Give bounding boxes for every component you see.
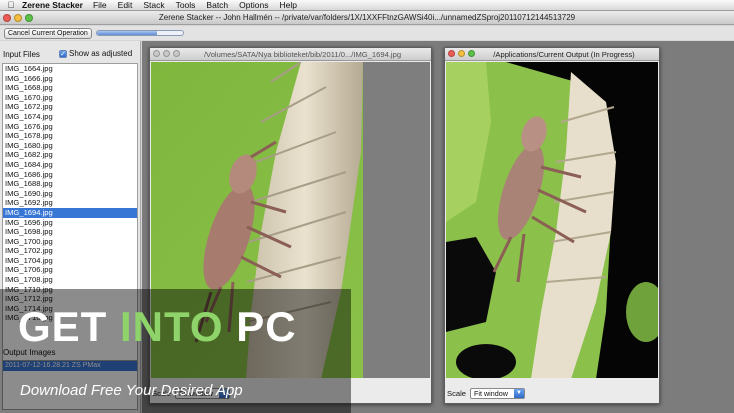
- file-list-item[interactable]: IMG_1692.jpg: [3, 198, 137, 208]
- progress-bar: [95, 30, 184, 36]
- file-list-item[interactable]: IMG_1698.jpg: [3, 227, 137, 237]
- close-icon[interactable]: [448, 50, 455, 57]
- minimize-icon[interactable]: [458, 50, 465, 57]
- watermark-logo: GET INTO PC: [18, 303, 297, 350]
- menu-help[interactable]: Help: [279, 0, 296, 10]
- checkmark-icon[interactable]: ✓: [59, 49, 67, 58]
- output-scale-bar: Scale Fit window ▼: [447, 388, 525, 399]
- show-adjusted-checkbox[interactable]: ✓ Show as adjusted: [59, 49, 132, 58]
- toolbar: Cancel Current Operation: [0, 26, 734, 40]
- output-image-canvas[interactable]: [446, 62, 658, 378]
- cancel-operation-button[interactable]: Cancel Current Operation: [4, 27, 92, 39]
- file-list-item[interactable]: IMG_1664.jpg: [3, 64, 137, 74]
- source-window-titlebar: /Volumes/SATA/Nya biblioteket/bib/2011/0…: [150, 48, 431, 61]
- scale-label: Scale: [447, 389, 466, 398]
- window-title: Zerene Stacker -- John Hallmén -- /priva…: [158, 13, 576, 22]
- file-list-item[interactable]: IMG_1678.jpg: [3, 131, 137, 141]
- menu-tools[interactable]: Tools: [176, 0, 196, 10]
- scale-select[interactable]: Fit window ▼: [470, 388, 525, 399]
- output-image-window: /Applications/Current Output (In Progres…: [444, 47, 660, 404]
- output-photo: [446, 62, 658, 378]
- file-list-item[interactable]: IMG_1684.jpg: [3, 160, 137, 170]
- menu-options[interactable]: Options: [239, 0, 268, 10]
- app-menu[interactable]: Zerene Stacker: [22, 0, 83, 10]
- menu-bar:  Zerene Stacker File Edit Stack Tools B…: [0, 0, 734, 11]
- close-icon[interactable]: [153, 50, 160, 57]
- file-list-item[interactable]: IMG_1666.jpg: [3, 74, 137, 84]
- show-adjusted-label: Show as adjusted: [69, 49, 133, 58]
- watermark-tagline: Download Free Your Desired App: [20, 382, 243, 399]
- menu-stack[interactable]: Stack: [143, 0, 164, 10]
- file-list-item[interactable]: IMG_1674.jpg: [3, 112, 137, 122]
- file-list-item[interactable]: IMG_1672.jpg: [3, 102, 137, 112]
- apple-icon[interactable]: : [0, 0, 22, 10]
- file-list-item[interactable]: IMG_1704.jpg: [3, 256, 137, 266]
- source-window-title: /Volumes/SATA/Nya biblioteket/bib/2011/0…: [203, 50, 402, 59]
- file-list-item[interactable]: IMG_1688.jpg: [3, 179, 137, 189]
- output-window-title: /Applications/Current Output (In Progres…: [493, 50, 635, 59]
- file-list-item[interactable]: IMG_1676.jpg: [3, 122, 137, 132]
- file-list-item[interactable]: IMG_1696.jpg: [3, 218, 137, 228]
- menu-file[interactable]: File: [93, 0, 107, 10]
- chevron-down-icon: ▼: [513, 389, 524, 398]
- file-list-item[interactable]: IMG_1668.jpg: [3, 83, 137, 93]
- progress-fill: [96, 31, 157, 35]
- file-list-item[interactable]: IMG_1708.jpg: [3, 275, 137, 285]
- menu-batch[interactable]: Batch: [206, 0, 228, 10]
- file-list-item[interactable]: IMG_1702.jpg: [3, 246, 137, 256]
- file-list-item[interactable]: IMG_1670.jpg: [3, 93, 137, 103]
- file-list-item[interactable]: IMG_1700.jpg: [3, 237, 137, 247]
- file-list-item[interactable]: IMG_1680.jpg: [3, 141, 137, 151]
- minimize-icon[interactable]: [163, 50, 170, 57]
- file-list-item[interactable]: IMG_1694.jpg: [3, 207, 137, 218]
- file-list-item[interactable]: IMG_1690.jpg: [3, 189, 137, 199]
- file-list-item[interactable]: IMG_1686.jpg: [3, 170, 137, 180]
- menu-edit[interactable]: Edit: [118, 0, 133, 10]
- window-titlebar: Zerene Stacker -- John Hallmén -- /priva…: [0, 11, 734, 25]
- file-list-item[interactable]: IMG_1706.jpg: [3, 265, 137, 275]
- file-list-item[interactable]: IMG_1682.jpg: [3, 150, 137, 160]
- input-files-label: Input Files: [3, 50, 40, 59]
- output-window-titlebar: /Applications/Current Output (In Progres…: [445, 48, 659, 61]
